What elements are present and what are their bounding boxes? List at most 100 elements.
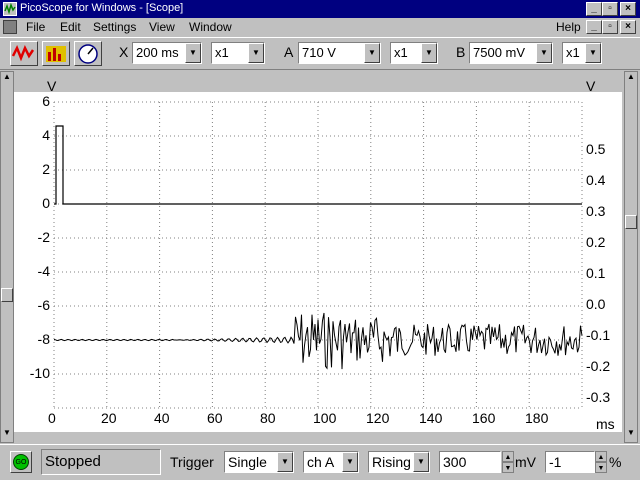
a-multiplier-select[interactable]: x1 ▼	[390, 42, 438, 64]
chevron-down-icon[interactable]: ▼	[277, 452, 293, 472]
left-tick-label: 4	[42, 127, 50, 143]
right-tick-label: -0.3	[586, 389, 611, 405]
pretrigger-value: -1	[549, 454, 562, 470]
chevron-down-icon[interactable]: ▼	[364, 43, 380, 63]
go-icon: GO	[13, 454, 29, 470]
left-tick-label: -8	[37, 331, 50, 347]
spectrum-mode-button[interactable]	[42, 41, 70, 66]
right-tick-label: 0.2	[586, 234, 606, 250]
trigger-channel-select[interactable]: ch A ▼	[303, 451, 359, 473]
pretrigger-unit-label: %	[609, 454, 622, 470]
x-multiplier-value: x1	[215, 45, 229, 60]
scroll-up-arrow[interactable]: ▲	[625, 72, 637, 86]
left-tick-label: 0	[42, 195, 50, 211]
scroll-down-arrow[interactable]: ▼	[625, 428, 637, 442]
menu-help[interactable]: Help	[556, 20, 581, 34]
doc-minimize-button[interactable]: _	[586, 20, 602, 34]
status-bar: GO Stopped Trigger Single ▼ ch A ▼ Risin…	[0, 444, 640, 480]
app-icon[interactable]	[3, 2, 17, 16]
scroll-thumb[interactable]	[1, 288, 13, 302]
menu-view[interactable]: View	[149, 20, 175, 34]
trigger-label: Trigger	[170, 454, 214, 470]
x-unit-label: ms	[596, 416, 615, 432]
scroll-up-arrow[interactable]: ▲	[1, 72, 13, 86]
trigger-mode-value: Single	[228, 454, 267, 470]
trigger-level-spinner[interactable]: ▲ ▼	[502, 451, 514, 473]
x-multiplier-select[interactable]: x1 ▼	[211, 42, 265, 64]
scroll-down-arrow[interactable]: ▼	[1, 428, 13, 442]
trigger-edge-select[interactable]: Rising ▼	[368, 451, 430, 473]
pretrigger-input[interactable]: -1	[545, 451, 595, 473]
doc-close-button[interactable]: ×	[620, 20, 636, 34]
left-tick-label: -2	[37, 229, 50, 245]
x-tick-label: 140	[419, 410, 443, 426]
left-scrollbar[interactable]: ▲ ▼	[0, 71, 14, 443]
right-unit-label: V	[586, 78, 596, 94]
right-tick-label: 0.3	[586, 203, 606, 219]
chevron-down-icon[interactable]: ▼	[248, 43, 264, 63]
x-tick-label: 180	[525, 410, 549, 426]
menu-bar: File Edit Settings View Window Help _ ▫ …	[0, 18, 640, 37]
chevron-down-icon[interactable]: ▼	[585, 43, 601, 63]
chevron-down-icon[interactable]: ▼	[413, 452, 429, 472]
trigger-unit-label: mV	[515, 454, 536, 470]
chevron-down-icon[interactable]: ▼	[421, 43, 437, 63]
x-tick-label: 100	[313, 410, 337, 426]
scope-mode-button[interactable]	[10, 41, 38, 66]
channel-b-range-select[interactable]: 7500 mV ▼	[469, 42, 553, 64]
right-tick-label: 0.4	[586, 172, 606, 188]
x-tick-label: 40	[154, 410, 170, 426]
x-label: X	[119, 44, 129, 60]
trigger-level-input[interactable]: 300	[439, 451, 501, 473]
right-scrollbar[interactable]: ▲ ▼	[624, 71, 638, 443]
doc-restore-button[interactable]: ▫	[602, 20, 618, 34]
chevron-down-icon[interactable]: ▼	[185, 43, 201, 63]
pretrigger-spinner[interactable]: ▲ ▼	[595, 451, 607, 473]
left-tick-label: 6	[42, 93, 50, 109]
channel-a-range-select[interactable]: 710 V ▼	[298, 42, 381, 64]
spin-up-icon[interactable]: ▲	[595, 451, 607, 462]
menu-file[interactable]: File	[26, 20, 45, 34]
left-tick-label: 2	[42, 161, 50, 177]
left-tick-label: -10	[29, 365, 50, 381]
x-tick-label: 80	[260, 410, 276, 426]
right-tick-label: 0.0	[586, 296, 606, 312]
spin-down-icon[interactable]: ▼	[502, 462, 514, 473]
trigger-mode-select[interactable]: Single ▼	[224, 451, 294, 473]
x-tick-label: 60	[207, 410, 223, 426]
scroll-thumb[interactable]	[625, 215, 637, 229]
go-button[interactable]: GO	[10, 451, 32, 473]
b-multiplier-value: x1	[566, 45, 580, 60]
menu-window[interactable]: Window	[189, 20, 232, 34]
scope-wave-icon	[11, 44, 35, 62]
meter-mode-button[interactable]	[74, 41, 102, 66]
chevron-down-icon[interactable]: ▼	[342, 452, 358, 472]
b-multiplier-select[interactable]: x1 ▼	[562, 42, 602, 64]
right-tick-label: 0.1	[586, 265, 606, 281]
spectrum-bars-icon	[46, 46, 66, 62]
minimize-button[interactable]: _	[586, 2, 602, 16]
doc-icon[interactable]	[3, 20, 17, 34]
spin-down-icon[interactable]: ▼	[595, 462, 607, 473]
scope-display[interactable]: V V ms 6 4 2 0 -2 -4 -6 -8 -10 0.5 0.4 0.3 0.2 0.1 0.…	[14, 78, 622, 432]
title-bar: PicoScope for Windows - [Scope] _ ▫ ×	[0, 0, 640, 18]
x-tick-label: 120	[366, 410, 390, 426]
channel-b-trace	[53, 312, 583, 370]
left-unit-label: V	[47, 78, 57, 94]
maximize-button[interactable]: ▫	[602, 2, 618, 16]
x-tick-label: 20	[101, 410, 117, 426]
right-tick-label: -0.2	[586, 358, 611, 374]
left-tick-label: -6	[37, 297, 50, 313]
chevron-down-icon[interactable]: ▼	[536, 43, 552, 63]
close-button[interactable]: ×	[620, 2, 636, 16]
menu-edit[interactable]: Edit	[60, 20, 81, 34]
timebase-select[interactable]: 200 ms ▼	[132, 42, 202, 64]
x-tick-label: 0	[48, 410, 56, 426]
spin-up-icon[interactable]: ▲	[502, 451, 514, 462]
menu-settings[interactable]: Settings	[93, 20, 136, 34]
trigger-channel-value: ch A	[307, 454, 335, 470]
window-title: PicoScope for Windows - [Scope]	[20, 2, 184, 14]
channel-a-range-value: 710 V	[302, 45, 336, 60]
scope-plot	[53, 101, 583, 409]
trigger-edge-value: Rising	[372, 454, 411, 470]
